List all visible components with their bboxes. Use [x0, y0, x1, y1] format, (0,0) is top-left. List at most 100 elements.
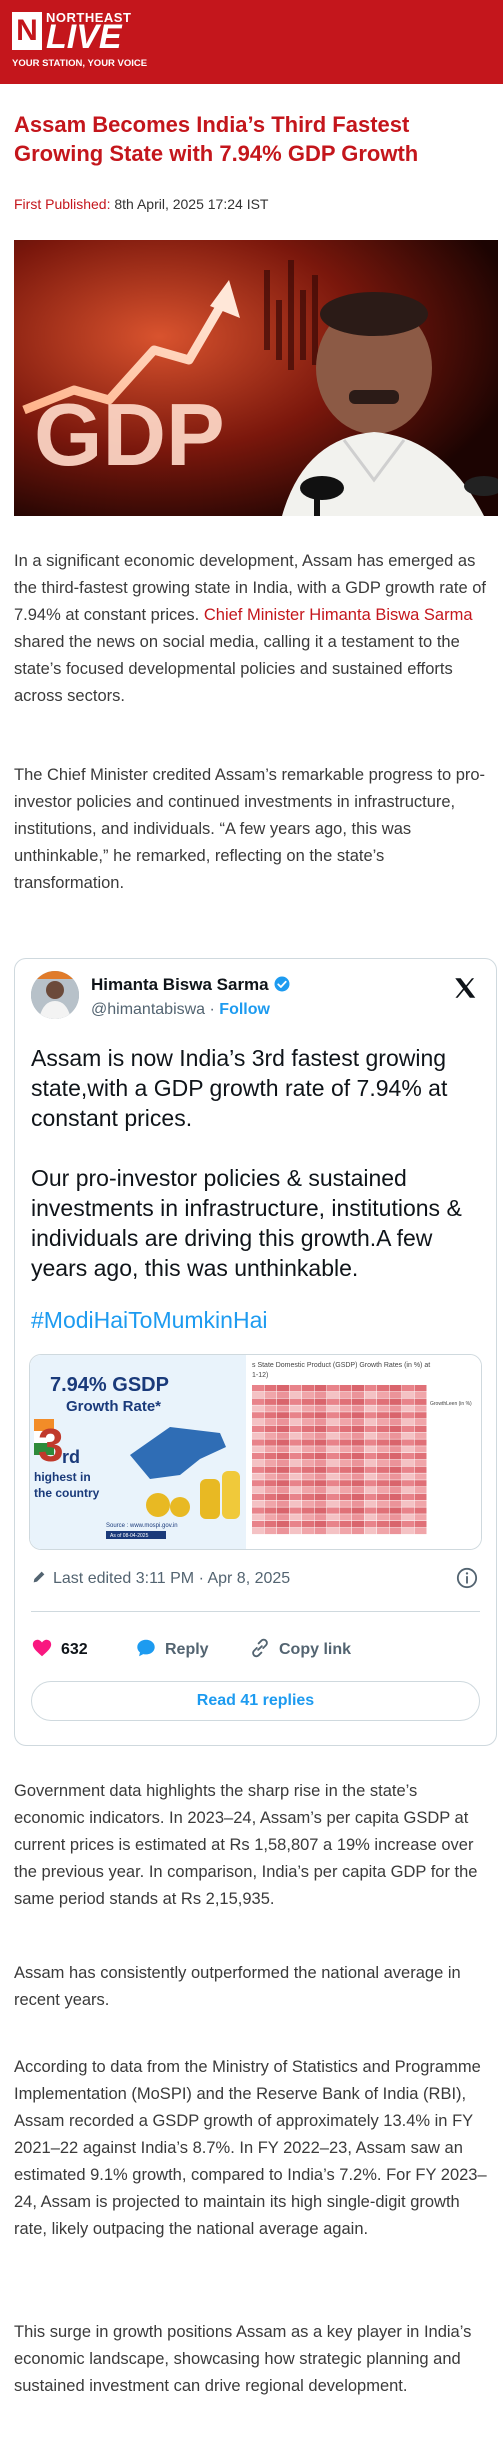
article-paragraph-5: According to data from the Ministry of S… [14, 2058, 487, 2238]
media-subhead: Growth Rate* [66, 1398, 161, 1415]
heatmap-cell [389, 1466, 402, 1473]
media-table-title: s State Domestic Product (GSDP) Growth R… [252, 1362, 430, 1369]
heatmap-cell [364, 1446, 377, 1453]
heatmap-cell [264, 1405, 277, 1412]
heatmap-cell [327, 1521, 339, 1528]
avatar[interactable] [31, 971, 79, 1019]
tweet-edited-time[interactable]: Last edited 3:11 PM · Apr 8, 2025 [31, 1569, 290, 1588]
published-value: 8th April, 2025 17:24 IST [110, 196, 269, 212]
heatmap-cell [352, 1419, 364, 1426]
heatmap-cell [364, 1493, 377, 1501]
heatmap-cell [352, 1398, 364, 1405]
heatmap-cell [402, 1391, 414, 1399]
heatmap-cell [377, 1487, 389, 1494]
heatmap-cell [264, 1527, 277, 1535]
heatmap-cell [314, 1453, 327, 1460]
heatmap-cell [289, 1425, 302, 1433]
heatmap-cell [289, 1419, 302, 1426]
tweet-author-name[interactable]: Himanta Biswa Sarma [91, 975, 291, 995]
likes-count: 632 [61, 1641, 88, 1658]
heatmap-cell [339, 1419, 352, 1426]
copy-link-button[interactable]: Copy link [249, 1637, 351, 1659]
heatmap-cell [314, 1521, 327, 1528]
site-logo[interactable]: N NORTHEAST LIVE YOUR STATION, YOUR VOIC… [12, 10, 152, 72]
heatmap-cell [252, 1412, 264, 1419]
heatmap-cell [252, 1480, 264, 1487]
logo-mark: N [12, 12, 42, 50]
tweet-hashtag[interactable]: #ModiHaiToMumkinHai [31, 1307, 267, 1334]
heatmap-cell [289, 1527, 302, 1535]
read-replies-button[interactable]: Read 41 replies [31, 1681, 480, 1721]
heatmap-cell [377, 1419, 389, 1426]
heatmap-cell [339, 1405, 352, 1412]
site-header: N NORTHEAST LIVE YOUR STATION, YOUR VOIC… [0, 0, 503, 84]
heatmap-cell [389, 1480, 402, 1487]
heatmap-cell [264, 1459, 277, 1467]
heatmap-cell [327, 1446, 339, 1453]
heatmap-cell [339, 1412, 352, 1419]
heatmap-cell [377, 1398, 389, 1405]
heatmap-cell [414, 1500, 427, 1507]
heatmap-cell [402, 1493, 414, 1501]
heatmap-cell [389, 1500, 402, 1507]
heatmap-cell [314, 1439, 327, 1446]
heatmap-cell [377, 1480, 389, 1487]
edited-text: Last edited 3:11 PM · Apr 8, 2025 [53, 1570, 291, 1587]
heatmap-cell [352, 1412, 364, 1419]
heatmap-cell [264, 1500, 277, 1507]
heatmap-cell [302, 1480, 314, 1487]
heatmap-cell [364, 1507, 377, 1514]
info-icon[interactable] [456, 1567, 478, 1589]
heatmap-cell [314, 1487, 327, 1494]
heatmap-cell [289, 1439, 302, 1446]
heatmap-cell [377, 1405, 389, 1412]
heatmap-cell [402, 1500, 414, 1507]
heatmap-cell [414, 1446, 427, 1453]
heatmap-cell [327, 1391, 339, 1399]
handle-text[interactable]: @himantabiswa [91, 1001, 205, 1018]
heatmap-cell [364, 1412, 377, 1419]
heatmap-cell [352, 1473, 364, 1480]
heatmap-cell [289, 1473, 302, 1480]
heatmap-cell [289, 1453, 302, 1460]
heatmap-cell [339, 1446, 352, 1453]
heatmap-cell [352, 1487, 364, 1494]
article-paragraph-3: Government data highlights the sharp ris… [14, 1782, 478, 1908]
heatmap-cell [252, 1521, 264, 1528]
heatmap-cell [377, 1507, 389, 1514]
reply-icon [137, 1639, 155, 1657]
heatmap-cell [327, 1405, 339, 1412]
tweet-media[interactable]: 7.94% GSDP Growth Rate* 3 rd highest in … [29, 1354, 482, 1550]
heatmap-cell [277, 1405, 289, 1412]
like-button[interactable]: 632 [31, 1637, 88, 1659]
heatmap-cell [302, 1493, 314, 1501]
heatmap-cell [389, 1432, 402, 1439]
heatmap-cell [402, 1527, 414, 1535]
heatmap-cell [277, 1453, 289, 1460]
heatmap-cell [252, 1473, 264, 1480]
heatmap-cell [377, 1432, 389, 1439]
heatmap-cell [289, 1385, 302, 1392]
heatmap-cell [327, 1514, 339, 1521]
heatmap-cell [339, 1425, 352, 1433]
heatmap-cell [277, 1480, 289, 1487]
x-logo-icon[interactable] [452, 975, 478, 1001]
media-table-subtitle: 1-12) [252, 1372, 268, 1379]
heatmap-cell [414, 1493, 427, 1501]
heatmap-cell [277, 1412, 289, 1419]
heatmap-cell [327, 1473, 339, 1480]
heatmap-cell [402, 1466, 414, 1473]
reply-button[interactable]: Reply [135, 1637, 209, 1659]
cm-profile-link[interactable]: Chief Minister Himanta Biswa Sarma [204, 606, 473, 624]
heatmap-cell [302, 1412, 314, 1419]
heatmap-cell [314, 1473, 327, 1480]
heatmap-cell [389, 1459, 402, 1467]
heatmap-cell [377, 1500, 389, 1507]
heatmap-cell [364, 1473, 377, 1480]
heatmap-cell [289, 1500, 302, 1507]
heatmap-cell [289, 1487, 302, 1494]
heatmap-cell [352, 1521, 364, 1528]
logo-live-text: LIVE [46, 18, 122, 56]
heatmap-cell [252, 1453, 264, 1460]
follow-link[interactable]: Follow [219, 1001, 270, 1018]
